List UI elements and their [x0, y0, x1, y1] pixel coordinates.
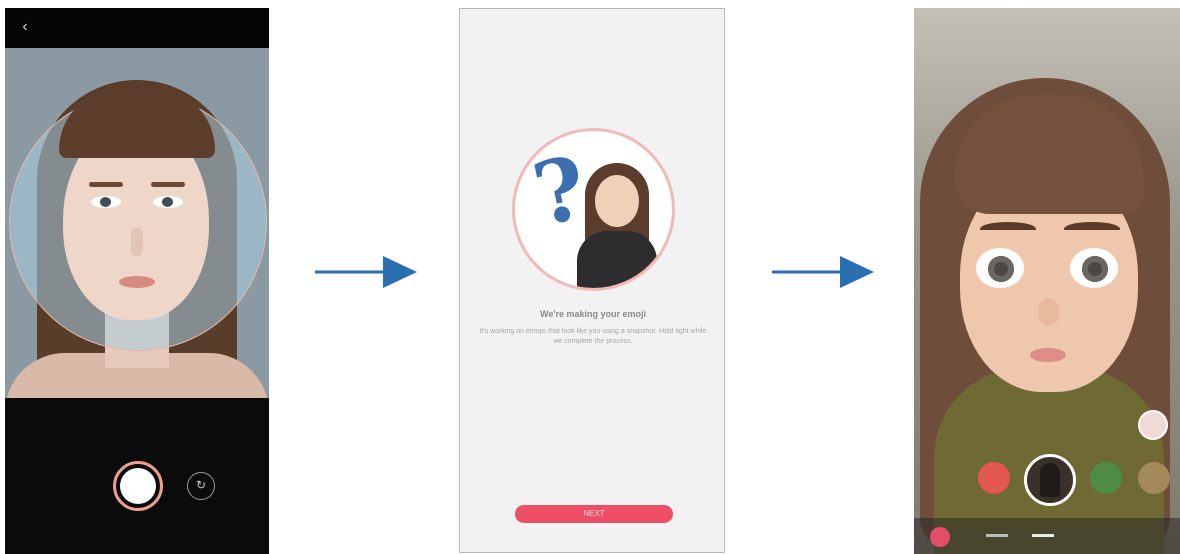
left-eye [91, 196, 121, 208]
creation-description: It's working on emojis that look like yo… [479, 328, 707, 345]
my-emoji-button[interactable] [1024, 454, 1076, 506]
avatar-body [577, 231, 657, 288]
bottom-mode-bar [914, 518, 1180, 554]
emoji-option-green[interactable] [1090, 462, 1122, 494]
emoji-app-icon[interactable] [930, 527, 950, 547]
emoji-option-gold[interactable] [1138, 462, 1170, 494]
avatar-face [595, 175, 639, 227]
switch-camera-icon[interactable]: ↻ [187, 472, 215, 500]
emoji-creation-screen: ? We're making your emoji It's working o… [459, 8, 725, 553]
right-eye [153, 196, 183, 208]
right-arrow-icon [772, 256, 874, 288]
no-emoji-button[interactable] [978, 462, 1010, 494]
face-capture-screen: ‹ ↻ [5, 8, 269, 554]
next-button[interactable]: NEXT [515, 505, 673, 523]
emoji-left-eye [976, 248, 1024, 288]
ar-emoji-screen [914, 8, 1180, 554]
nose [131, 228, 143, 256]
avatar-preview: ? [512, 128, 675, 291]
left-eyebrow [89, 182, 123, 187]
shutter-button[interactable] [113, 461, 163, 511]
mode-tab[interactable] [986, 534, 1008, 537]
right-eyebrow [151, 182, 185, 187]
emoji-right-eye [1070, 248, 1118, 288]
top-bar: ‹ [5, 8, 269, 48]
filter-button[interactable] [1138, 410, 1168, 440]
emoji-avatar-icon [1040, 463, 1060, 497]
creation-title: We're making your emoji [539, 309, 646, 319]
camera-shutter-icon [120, 468, 156, 504]
emoji-mouth [1030, 348, 1066, 362]
right-arrow-icon [315, 256, 417, 288]
lips [119, 276, 155, 288]
emoji-left-eyebrow [980, 222, 1036, 236]
mode-tab-active[interactable] [1032, 534, 1054, 537]
back-arrow-icon[interactable]: ‹ [15, 17, 35, 37]
emoji-right-eyebrow [1064, 222, 1120, 236]
emoji-nose [1038, 298, 1060, 326]
camera-viewfinder [5, 48, 269, 398]
